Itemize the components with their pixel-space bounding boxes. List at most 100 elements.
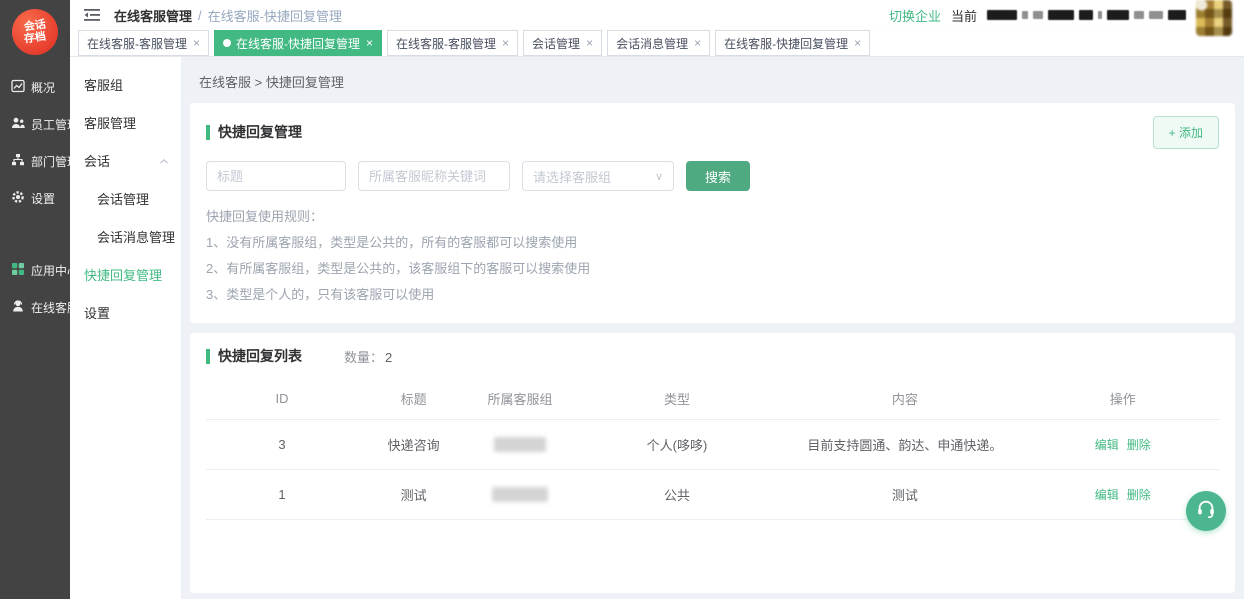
sidebar-item-settings[interactable]: 设置 xyxy=(0,180,70,217)
app-center-icon xyxy=(11,262,25,279)
chevron-down-icon: ∨ xyxy=(655,170,663,183)
active-dot-icon xyxy=(223,39,231,47)
menu-item-huihua-xiaoxi-guanli[interactable]: 会话消息管理 xyxy=(70,217,181,255)
col-header-actions: 操作 xyxy=(1026,378,1219,419)
menu-item-kefu-guanli[interactable]: 客服管理 xyxy=(70,103,181,141)
cell-group-redacted xyxy=(469,419,570,469)
menu-label: 客服管理 xyxy=(84,113,136,132)
redacted-blur xyxy=(494,437,546,452)
menu-label: 客服组 xyxy=(84,75,123,94)
secondary-sidebar: 客服组 客服管理 会话 会话管理 会话消息管理 快捷回复管理 设置 xyxy=(70,57,181,599)
col-header-id: ID xyxy=(206,378,358,419)
cell-content: 测试 xyxy=(783,469,1026,519)
primary-sidebar: 会话 存档 概况 员工管理 部门管理 设置 xyxy=(0,0,70,599)
sidebar-item-overview[interactable]: 概况 xyxy=(0,69,70,106)
cell-title: 快递咨询 xyxy=(358,419,469,469)
tab-huihua-xiaoxi[interactable]: 会话消息管理× xyxy=(607,30,710,56)
body-row: 客服组 客服管理 会话 会话管理 会话消息管理 快捷回复管理 设置 在线客服 >… xyxy=(70,57,1244,599)
main-region: 在线客服管理 / 在线客服-快捷回复管理 切换企业 当前 在线客服-客服管理 × … xyxy=(70,0,1244,599)
menu-label: 设置 xyxy=(84,303,110,322)
agent-nickname-input[interactable] xyxy=(358,161,510,191)
close-icon[interactable]: × xyxy=(694,36,701,50)
overview-chart-icon xyxy=(11,79,25,96)
edit-link[interactable]: 编辑 xyxy=(1095,438,1119,452)
close-icon[interactable]: × xyxy=(502,36,509,50)
sidebar-item-app-center[interactable]: 应用中心 xyxy=(0,252,70,289)
menu-label: 会话管理 xyxy=(97,189,149,208)
close-icon[interactable]: × xyxy=(586,36,593,50)
delete-link[interactable]: 删除 xyxy=(1127,488,1151,502)
menu-item-shezhi[interactable]: 设置 xyxy=(70,293,181,331)
title-input[interactable] xyxy=(206,161,346,191)
close-icon[interactable]: × xyxy=(193,36,200,50)
sidebar-item-label: 设置 xyxy=(31,190,55,207)
breadcrumb-root[interactable]: 在线客服管理 xyxy=(114,6,192,25)
menu-label: 会话 xyxy=(84,151,110,170)
cell-group-redacted xyxy=(469,469,570,519)
menu-item-huihua[interactable]: 会话 xyxy=(70,141,181,179)
count-label: 数量： xyxy=(344,350,383,365)
list-card: 快捷回复列表 数量：2 ID 标题 所属客服组 类型 xyxy=(190,333,1235,593)
tab-kuaijie-huifu-active[interactable]: 在线客服-快捷回复管理 × xyxy=(214,30,382,56)
col-header-group: 所属客服组 xyxy=(469,378,570,419)
menu-item-huihua-guanli[interactable]: 会话管理 xyxy=(70,179,181,217)
top-navbar: 在线客服管理 / 在线客服-快捷回复管理 切换企业 当前 xyxy=(70,0,1244,30)
count-value: 2 xyxy=(385,350,392,365)
cell-actions: 编辑删除 xyxy=(1026,419,1219,469)
delete-link[interactable]: 删除 xyxy=(1127,438,1151,452)
tab-huihua-guanli[interactable]: 会话管理× xyxy=(523,30,602,56)
group-select[interactable]: 请选择客服组 ∨ xyxy=(522,161,674,191)
sidebar-item-staff[interactable]: 员工管理 xyxy=(0,106,70,143)
sidebar-item-online-service[interactable]: 在线客服 xyxy=(0,289,70,326)
table-header-row: ID 标题 所属客服组 类型 内容 操作 xyxy=(206,378,1219,419)
chevron-up-icon xyxy=(159,153,169,168)
table-row: 3 快递咨询 个人(哆哆) 目前支持圆通、韵达、申通快递。 编辑删除 xyxy=(206,419,1219,469)
sidebar-item-department[interactable]: 部门管理 xyxy=(0,143,70,180)
online-service-icon xyxy=(11,299,25,316)
usage-rules: 快捷回复使用规则： 1、没有所属客服组，类型是公共的，所有的客服都可以搜索使用 … xyxy=(206,204,1219,308)
hamburger-icon[interactable] xyxy=(84,8,100,22)
rules-title: 快捷回复使用规则： xyxy=(206,204,1219,230)
col-header-content: 内容 xyxy=(783,378,1026,419)
app-window: 会话 存档 概况 员工管理 部门管理 设置 xyxy=(0,0,1244,599)
sidebar-item-label: 概况 xyxy=(31,79,55,96)
user-avatar[interactable] xyxy=(1196,0,1232,36)
logo-text-line2: 存档 xyxy=(23,31,46,46)
menu-item-kefuzu[interactable]: 客服组 xyxy=(70,65,181,103)
rule-line: 3、类型是个人的，只有该客服可以使用 xyxy=(206,282,1219,308)
search-button[interactable]: 搜索 xyxy=(686,161,750,191)
tab-kuaijie-huifu-2[interactable]: 在线客服-快捷回复管理× xyxy=(715,30,870,56)
current-company-prefix: 当前 xyxy=(951,6,977,25)
edit-link[interactable]: 编辑 xyxy=(1095,488,1119,502)
list-title: 快捷回复列表 xyxy=(206,349,302,364)
redacted-company-name xyxy=(987,10,1186,20)
cell-id: 1 xyxy=(206,469,358,519)
close-icon[interactable]: × xyxy=(366,36,373,50)
main-content: 在线客服 > 快捷回复管理 快捷回复管理 + 添加 请选择客服组 ∨ xyxy=(181,57,1244,599)
settings-gear-icon xyxy=(11,190,25,207)
tab-label: 在线客服-客服管理 xyxy=(396,35,496,52)
department-icon xyxy=(11,153,25,170)
table-row: 1 测试 公共 测试 编辑删除 xyxy=(206,469,1219,519)
tab-kefu-guanli-2[interactable]: 在线客服-客服管理 × xyxy=(387,30,518,56)
add-button[interactable]: + 添加 xyxy=(1153,116,1219,149)
tab-label: 在线客服-快捷回复管理 xyxy=(236,35,360,52)
count-wrap: 数量：2 xyxy=(344,347,392,366)
breadcrumb-separator: / xyxy=(198,8,202,23)
headset-icon xyxy=(1195,498,1217,525)
search-card: 快捷回复管理 + 添加 请选择客服组 ∨ 搜索 快捷回复使用规则： xyxy=(190,103,1235,323)
tags-view-bar: 在线客服-客服管理 × 在线客服-快捷回复管理 × 在线客服-客服管理 × 会话管理×… xyxy=(70,30,1244,57)
menu-item-kuaijie-huifu-guanli[interactable]: 快捷回复管理 xyxy=(70,255,181,293)
menu-label: 会话消息管理 xyxy=(97,227,175,246)
section-title: 快捷回复管理 xyxy=(206,125,302,140)
customer-service-float-button[interactable] xyxy=(1186,491,1226,531)
close-icon[interactable]: × xyxy=(854,36,861,50)
tab-kefu-guanli-1[interactable]: 在线客服-客服管理 × xyxy=(78,30,209,56)
cell-type: 公共 xyxy=(571,469,784,519)
reply-table: ID 标题 所属客服组 类型 内容 操作 3 快递咨询 xyxy=(206,378,1219,520)
switch-company-link[interactable]: 切换企业 xyxy=(889,6,941,25)
tab-label: 在线客服-客服管理 xyxy=(87,35,187,52)
menu-label: 快捷回复管理 xyxy=(84,265,162,284)
cell-id: 3 xyxy=(206,419,358,469)
cell-title: 测试 xyxy=(358,469,469,519)
